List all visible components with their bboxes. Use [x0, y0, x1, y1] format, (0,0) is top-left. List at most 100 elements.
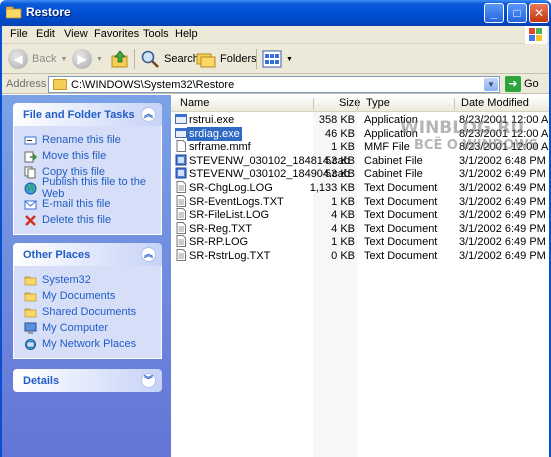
file-date: 3/1/2002 6:49 PM [459, 195, 546, 208]
search-icon [141, 50, 159, 68]
file-row[interactable]: STEVENW_030102_184814.cab 53 KB Cabinet Fi… [171, 154, 551, 168]
file-type: Cabinet File [364, 168, 423, 181]
panel-title: Details [23, 375, 60, 387]
folders-button[interactable]: Folders [196, 47, 257, 71]
task-label: Move this file [42, 150, 107, 162]
file-type: MMF File [364, 141, 410, 154]
up-folder-icon [111, 50, 128, 68]
search-button[interactable]: Search [140, 47, 199, 71]
column-name[interactable]: Name [180, 97, 209, 109]
folders-icon [196, 53, 216, 68]
close-button[interactable]: ✕ [529, 3, 549, 23]
toolbar-separator [134, 49, 135, 69]
address-input[interactable]: C:\WINDOWS\System32\Restore ▼ [48, 76, 500, 93]
file-name[interactable]: rstrui.exe [189, 113, 234, 127]
minimize-button[interactable]: _ [484, 3, 504, 23]
file-row[interactable]: SR-Reg.TXT 4 KB Text Document 3/1/2002 6:49… [171, 221, 551, 236]
forward-dropdown-icon[interactable]: ▼ [96, 56, 103, 63]
file-type: Text Document [364, 250, 438, 262]
menu-edit[interactable]: Edit [36, 28, 55, 40]
file-size: 53 KB [325, 168, 355, 181]
views-dropdown-icon[interactable]: ▼ [286, 56, 293, 63]
column-divider[interactable] [454, 98, 455, 110]
collapse-chevron-icon[interactable]: ︽ [141, 107, 156, 122]
file-size: 53 KB [325, 154, 355, 167]
file-name[interactable]: srframe.mmf [189, 140, 251, 154]
menu-tools[interactable]: Tools [143, 28, 169, 40]
place-system32[interactable]: System32 [14, 272, 161, 288]
place-my-documents[interactable]: My Documents [14, 288, 161, 304]
file-size: 46 KB [325, 127, 355, 140]
file-folder-tasks-panel: File and Folder Tasks ︽ Rename this file… [13, 103, 162, 235]
file-date: 3/1/2002 6:49 PM [459, 250, 546, 262]
place-my-computer[interactable]: My Computer [14, 320, 161, 336]
file-row[interactable]: SR-ChgLog.LOG 1,133 KB Text Document 3/1/20… [171, 181, 551, 195]
file-folder-tasks-header[interactable]: File and Folder Tasks ︽ [13, 103, 162, 126]
file-size: 1 KB [331, 195, 355, 208]
views-icon [262, 50, 282, 68]
go-arrow-icon[interactable]: ➜ [505, 76, 521, 92]
file-row[interactable]: SR-EventLogs.TXT 1 KB Text Document 3/1/200… [171, 194, 551, 209]
file-type: Text Document [364, 209, 438, 222]
column-type[interactable]: Type [366, 97, 390, 109]
back-dropdown-icon[interactable]: ▼ [60, 56, 67, 63]
file-row[interactable]: SR-FileList.LOG 4 KB Text Document 3/1/2002… [171, 208, 551, 222]
file-name[interactable]: SR-Reg.TXT [189, 222, 252, 236]
maximize-button[interactable]: □ [507, 3, 527, 23]
back-arrow-icon: ◀ [8, 49, 28, 69]
task-move-file[interactable]: Move this file [14, 148, 161, 164]
file-row[interactable]: SR-RP.LOG 1 KB Text Document 3/1/2002 6:49 … [171, 235, 551, 249]
folder-icon [24, 292, 37, 301]
menu-favorites[interactable]: Favorites [94, 28, 139, 40]
column-divider[interactable] [313, 98, 314, 110]
back-button[interactable]: ◀ Back ▼ [8, 47, 67, 71]
menu-view[interactable]: View [64, 28, 88, 40]
file-folder-tasks-body: Rename this file Move this file Copy thi… [13, 126, 162, 235]
rename-icon [24, 136, 37, 144]
file-name[interactable]: srdiag.exe [187, 126, 242, 141]
menu-bar: File Edit View Favorites Tools Help [0, 26, 551, 44]
file-type: Cabinet File [364, 154, 423, 167]
up-folder-button[interactable] [110, 47, 130, 71]
place-label: Shared Documents [42, 306, 137, 318]
details-header[interactable]: Details ︾ [13, 369, 162, 392]
move-icon [24, 151, 37, 162]
file-name[interactable]: SR-ChgLog.LOG [189, 181, 273, 195]
collapse-chevron-icon[interactable]: ︽ [141, 247, 156, 262]
column-date[interactable]: Date Modified [461, 97, 529, 109]
other-places-panel: Other Places ︽ System32 My Documents Sha… [13, 243, 162, 359]
place-shared-documents[interactable]: Shared Documents [14, 304, 161, 320]
file-size: 4 KB [331, 209, 355, 222]
file-name[interactable]: SR-RstrLog.TXT [189, 249, 270, 263]
menu-help[interactable]: Help [175, 28, 198, 40]
file-name[interactable]: SR-FileList.LOG [189, 208, 269, 222]
place-label: My Network Places [42, 338, 137, 350]
place-label: My Computer [42, 322, 109, 334]
task-publish-web[interactable]: Publish this file to the Web [14, 176, 161, 200]
expand-chevron-icon[interactable]: ︾ [141, 373, 156, 388]
file-name[interactable]: SR-RP.LOG [189, 235, 248, 249]
menu-file[interactable]: File [10, 28, 28, 40]
file-size: 4 KB [331, 222, 355, 235]
delete-icon [25, 214, 36, 226]
task-rename-file[interactable]: Rename this file [14, 132, 161, 148]
file-row[interactable]: STEVENW_030102_184904.cab 53 KB Cabinet Fi… [171, 167, 551, 181]
file-row[interactable]: SR-RstrLog.TXT 0 KB Text Document 3/1/2002 … [171, 249, 551, 263]
file-name[interactable]: SR-EventLogs.TXT [189, 195, 284, 209]
go-button[interactable]: Go [524, 78, 539, 90]
file-size: 358 KB [318, 114, 355, 126]
details-panel: Details ︾ [13, 369, 162, 392]
computer-icon [24, 322, 37, 334]
panel-title: Other Places [23, 249, 91, 261]
title-bar[interactable]: Restore _ □ ✕ [0, 0, 551, 26]
forward-button[interactable]: ▶ ▼ [72, 47, 103, 71]
column-divider[interactable] [357, 98, 358, 110]
task-delete-file[interactable]: Delete this file [14, 212, 161, 228]
views-button[interactable]: ▼ [262, 47, 293, 71]
text-icon [175, 221, 187, 234]
address-dropdown-icon[interactable]: ▼ [484, 78, 498, 91]
watermark-line1: WINBLOG.RU [400, 118, 525, 138]
place-my-network-places[interactable]: My Network Places [14, 336, 161, 352]
forward-arrow-icon: ▶ [72, 49, 92, 69]
other-places-header[interactable]: Other Places ︽ [13, 243, 162, 266]
